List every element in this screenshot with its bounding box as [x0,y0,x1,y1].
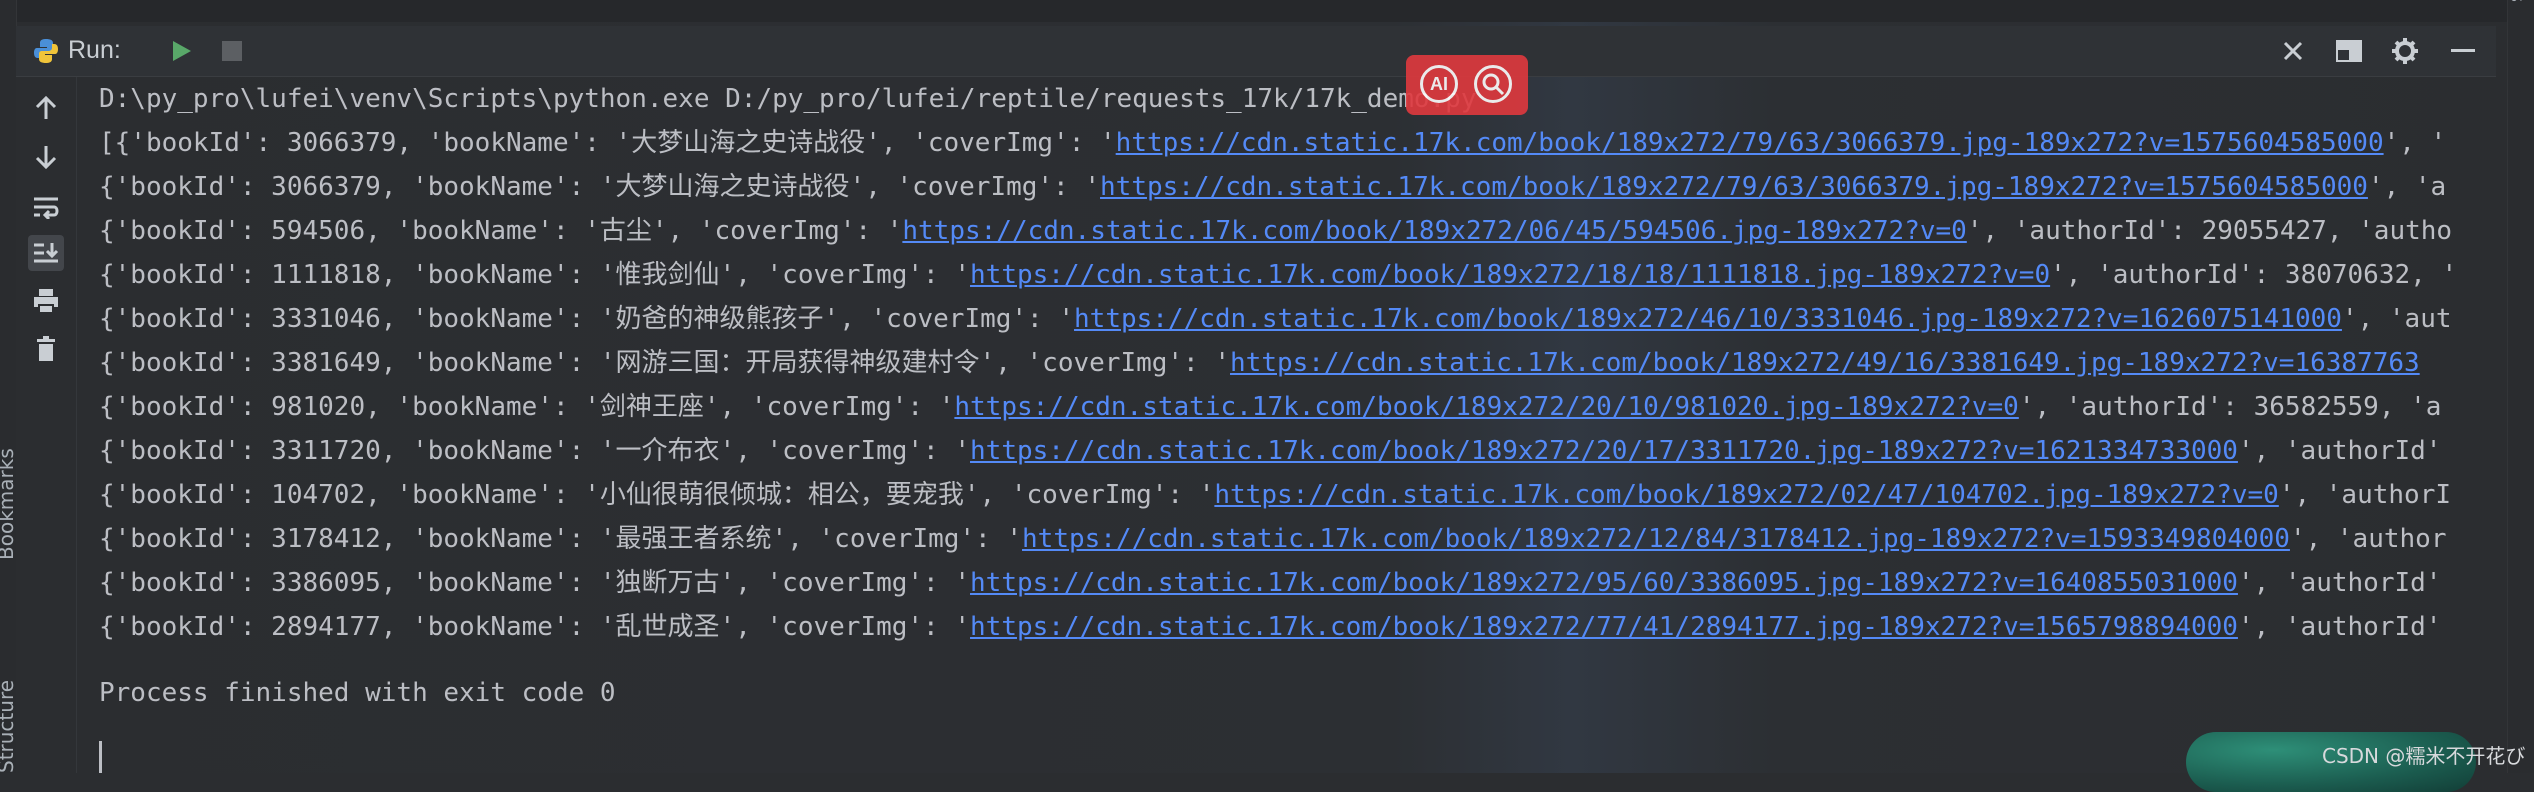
ai-button[interactable]: AI [1420,65,1458,103]
output-text: [{'bookId': 3066379, 'bookName': '大梦山海之史… [99,128,1116,158]
output-text: {'bookId': 3311720, 'bookName': '一介布衣', … [99,436,971,466]
output-line: [{'bookId': 3066379, 'bookName': '大梦山海之史… [99,121,2446,165]
watermark: CSDN @糯米不开花び [2322,744,2526,768]
output-text: {'bookId': 3178412, 'bookName': '最强王者系统'… [99,524,1023,554]
arrow-down-icon[interactable] [28,139,64,175]
console-output[interactable]: D:\py_pro\lufei\venv\Scripts\python.exe … [77,77,2507,773]
cover-image-link[interactable]: https://cdn.static.17k.com/book/189x272/… [1074,304,2342,334]
cover-image-link[interactable]: https://cdn.static.17k.com/book/189x272/… [970,568,2238,598]
output-line: {'bookId': 3178412, 'bookName': '最强王者系统'… [99,517,2446,561]
output-text: ', 'authorId' [2237,568,2442,598]
left-tool-strip: Bookmarks Structure [0,0,18,773]
output-text: ', 'authorId' [2237,612,2442,642]
output-text: ', 'a [2367,172,2447,202]
layout-icon[interactable] [2334,36,2364,66]
command-line: D:\py_pro\lufei\venv\Scripts\python.exe … [99,84,1477,114]
output-line: {'bookId': 1111818, 'bookName': '惟我剑仙', … [99,253,2457,297]
output-line: {'bookId': 3386095, 'bookName': '独断万古', … [99,561,2441,605]
cover-image-link[interactable]: https://cdn.static.17k.com/book/189x272/… [970,436,2238,466]
search-icon[interactable] [1474,65,1512,103]
ide-window: Bookmarks Structure ns Run: [0,0,2534,792]
cover-image-link[interactable]: https://cdn.static.17k.com/book/189x272/… [1116,128,2384,158]
output-line: {'bookId': 3311720, 'bookName': '一介布衣', … [99,429,2441,473]
right-edge-tab[interactable]: ns [2506,0,2530,2]
output-text: ', 'authorI [2278,480,2451,510]
output-text: {'bookId': 2894177, 'bookName': '乱世成圣', … [99,612,971,642]
output-text: {'bookId': 1111818, 'bookName': '惟我剑仙', … [99,260,971,290]
output-text: ', 'author [2289,524,2447,554]
output-text: {'bookId': 3381649, 'bookName': '网游三国：开局… [99,348,1231,378]
cover-image-link[interactable]: https://cdn.static.17k.com/book/189x272/… [1022,524,2290,554]
cover-image-link[interactable]: https://cdn.static.17k.com/book/189x272/… [970,612,2238,642]
run-icon[interactable] [168,38,194,64]
scroll-to-end-icon[interactable] [28,235,64,271]
output-text: ', 'authorId': 38070632, ' [2050,260,2458,290]
cover-image-link[interactable]: https://cdn.static.17k.com/book/189x272/… [954,392,2018,422]
cover-image-link[interactable]: https://cdn.static.17k.com/book/189x272/… [1214,480,2278,510]
soft-wrap-icon[interactable] [28,189,64,225]
output-text: ', 'authorId' [2237,436,2442,466]
trash-icon[interactable] [28,331,64,367]
close-icon[interactable] [2278,36,2308,66]
run-label: Run: [68,36,121,64]
output-line: {'bookId': 981020, 'bookName': '剑神王座', '… [99,385,2441,429]
cover-image-link[interactable]: https://cdn.static.17k.com/book/189x272/… [902,216,1966,246]
output-text: {'bookId': 3331046, 'bookName': '奶爸的神级熊孩… [99,304,1075,334]
cover-image-link[interactable]: https://cdn.static.17k.com/book/189x272/… [1100,172,2368,202]
right-tool-strip: ns [2506,0,2534,773]
exit-message: Process finished with exit code 0 [99,678,616,708]
output-text: {'bookId': 104702, 'bookName': '小仙很萌很倾城：… [99,480,1215,510]
output-line: {'bookId': 3331046, 'bookName': '奶爸的神级熊孩… [99,297,2452,341]
output-text: {'bookId': 981020, 'bookName': '剑神王座', '… [99,392,955,422]
output-line: {'bookId': 2894177, 'bookName': '乱世成圣', … [99,605,2441,649]
python-icon [34,39,58,63]
output-text: {'bookId': 3066379, 'bookName': '大梦山海之史诗… [99,172,1101,202]
output-line: {'bookId': 104702, 'bookName': '小仙很萌很倾城：… [99,473,2451,517]
output-line: {'bookId': 3066379, 'bookName': '大梦山海之史诗… [99,165,2446,209]
output-line: {'bookId': 594506, 'bookName': '古尘', 'co… [99,209,2452,253]
cover-image-link[interactable]: https://cdn.static.17k.com/book/189x272/… [970,260,2050,290]
run-panel-header: Run: [16,26,2496,77]
output-text: ', 'authorId': 36582559, 'a [2018,392,2442,422]
arrow-up-icon[interactable] [28,90,64,126]
output-text: ', 'authorId': 29055427, 'autho [1966,216,2453,246]
ai-assistant-overlay[interactable]: AI [1406,55,1528,115]
top-strip [0,0,2534,22]
text-cursor [99,741,102,773]
cover-image-link[interactable]: https://cdn.static.17k.com/book/189x272/… [1230,348,2420,378]
minimize-icon[interactable] [2448,36,2478,66]
console-side-toolbar [16,77,77,773]
gear-icon[interactable] [2390,36,2420,66]
print-icon[interactable] [28,283,64,319]
output-text: ', 'aut [2341,304,2452,334]
output-text: {'bookId': 594506, 'bookName': '古尘', 'co… [99,216,903,246]
stop-icon[interactable] [222,41,242,61]
output-text: ', ' [2383,128,2447,158]
output-text: {'bookId': 3386095, 'bookName': '独断万古', … [99,568,971,598]
output-line: {'bookId': 3381649, 'bookName': '网游三国：开局… [99,341,2420,385]
